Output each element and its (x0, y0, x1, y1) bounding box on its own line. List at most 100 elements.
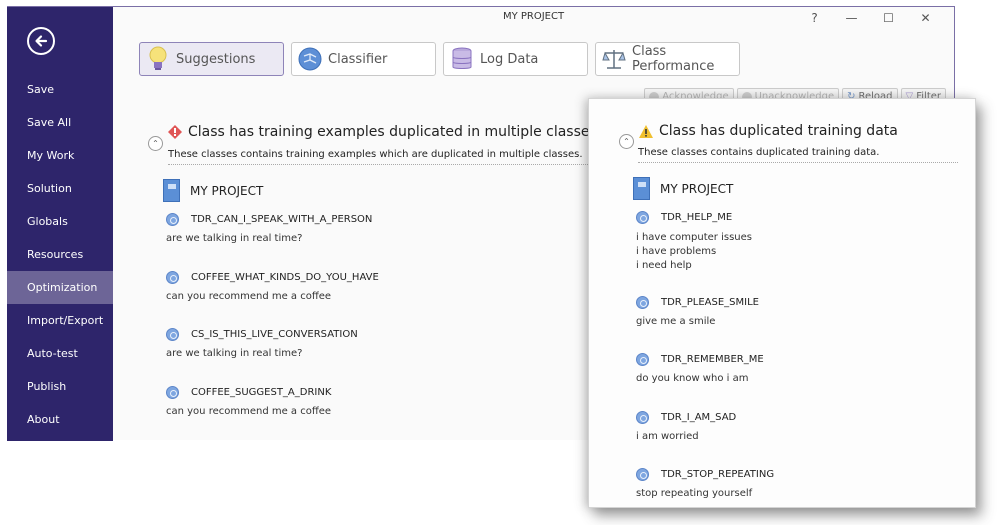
tab-bar: Suggestions Classifier Log Data Class Pe… (139, 42, 740, 76)
class-example: give me a smile (636, 316, 716, 327)
sidebar-item-optimization[interactable]: Optimization (7, 271, 113, 304)
minimize-button[interactable]: — (833, 9, 870, 27)
divider (638, 162, 958, 163)
class-icon (166, 386, 179, 399)
sidebar-item-publish[interactable]: Publish (7, 370, 113, 403)
sidebar-item-import-export[interactable]: Import/Export (7, 304, 113, 337)
sidebar-item-resources[interactable]: Resources (7, 238, 113, 271)
sidebar-item-auto-test[interactable]: Auto-test (7, 337, 113, 370)
section-description: These classes contains training examples… (168, 149, 583, 160)
help-button[interactable]: ? (796, 9, 833, 27)
tab-suggestions[interactable]: Suggestions (139, 42, 284, 76)
network-icon (298, 47, 322, 71)
class-icon (166, 271, 179, 284)
window-controls: ? — ☐ ✕ (796, 9, 944, 27)
section-title: Class has duplicated training data (639, 123, 898, 139)
duplicate-data-popup: ⌃ Class has duplicated training data The… (588, 98, 976, 508)
class-name: TDR_REMEMBER_ME (661, 354, 764, 365)
scales-icon (602, 47, 626, 71)
list-item[interactable]: TDR_STOP_REPEATING stop repeating yourse… (636, 468, 774, 501)
tab-label: Classifier (328, 51, 388, 67)
sidebar-item-save-all[interactable]: Save All (7, 106, 113, 139)
class-name: COFFEE_WHAT_KINDS_DO_YOU_HAVE (191, 272, 379, 283)
class-icon (166, 328, 179, 341)
tab-label: Class Performance (632, 44, 715, 74)
class-example: stop repeating yourself (636, 488, 753, 499)
sidebar-item-my-work[interactable]: My Work (7, 139, 113, 172)
list-item[interactable]: COFFEE_WHAT_KINDS_DO_YOU_HAVE can you re… (166, 271, 379, 304)
tab-label: Suggestions (176, 51, 256, 67)
close-button[interactable]: ✕ (907, 9, 944, 27)
section-title-text: Class has training examples duplicated i… (188, 124, 597, 140)
section-description: These classes contains duplicated traini… (638, 147, 880, 158)
class-name: CS_IS_THIS_LIVE_CONVERSATION (191, 329, 358, 340)
tab-classifier[interactable]: Classifier (291, 42, 436, 76)
divider (168, 164, 588, 165)
help-icon: ? (811, 11, 818, 25)
section-title-text: Class has duplicated training data (659, 123, 898, 139)
list-item[interactable]: TDR_I_AM_SAD i am worried (636, 411, 736, 444)
class-example: i have computer issues (636, 232, 752, 243)
back-arrow-icon (35, 35, 48, 47)
lightbulb-icon (146, 46, 170, 71)
list-item[interactable]: TDR_REMEMBER_ME do you know who i am (636, 353, 764, 386)
sidebar-item-label: My Work (27, 149, 75, 162)
sidebar-item-label: Save All (27, 116, 72, 129)
class-example: do you know who i am (636, 373, 749, 384)
class-icon (166, 213, 179, 226)
sidebar-item-label: Auto-test (27, 347, 78, 360)
collapse-button[interactable]: ⌃ (619, 134, 634, 149)
tab-class-performance[interactable]: Class Performance (595, 42, 740, 76)
list-item[interactable]: TDR_HELP_ME i have computer issues i hav… (636, 211, 752, 273)
class-example: i have problems (636, 246, 717, 257)
project-name: MY PROJECT (660, 181, 734, 196)
class-icon (636, 468, 649, 481)
sidebar-nav: Save Save All My Work Solution Globals R… (7, 73, 113, 436)
collapse-button[interactable]: ⌃ (148, 136, 163, 151)
sidebar-item-save[interactable]: Save (7, 73, 113, 106)
database-icon (450, 47, 474, 71)
class-example: are we talking in real time? (166, 348, 303, 359)
class-icon (636, 411, 649, 424)
sidebar-item-label: Publish (27, 380, 67, 393)
sidebar-item-label: Resources (27, 248, 84, 261)
list-item[interactable]: TDR_CAN_I_SPEAK_WITH_A_PERSON are we tal… (166, 213, 372, 246)
class-name: TDR_CAN_I_SPEAK_WITH_A_PERSON (191, 214, 373, 225)
sidebar-item-globals[interactable]: Globals (7, 205, 113, 238)
class-name: TDR_PLEASE_SMILE (661, 297, 759, 308)
error-diamond-icon (168, 125, 182, 139)
class-icon (636, 296, 649, 309)
class-icon (636, 353, 649, 366)
section-title: Class has training examples duplicated i… (168, 124, 597, 140)
class-name: TDR_STOP_REPEATING (661, 469, 775, 480)
class-example: can you recommend me a coffee (166, 406, 332, 417)
sidebar-item-about[interactable]: About (7, 403, 113, 436)
sidebar-item-solution[interactable]: Solution (7, 172, 113, 205)
class-name: COFFEE_SUGGEST_A_DRINK (191, 387, 332, 398)
maximize-icon: ☐ (883, 11, 894, 25)
project-name: MY PROJECT (190, 183, 264, 198)
project-header: MY PROJECT (163, 179, 263, 202)
maximize-button[interactable]: ☐ (870, 9, 907, 27)
class-example: are we talking in real time? (166, 233, 303, 244)
class-example: can you recommend me a coffee (166, 291, 332, 302)
sidebar-item-label: Save (27, 83, 55, 96)
list-item[interactable]: TDR_PLEASE_SMILE give me a smile (636, 296, 759, 329)
tab-log-data[interactable]: Log Data (443, 42, 588, 76)
back-button[interactable] (27, 27, 55, 55)
list-item[interactable]: COFFEE_SUGGEST_A_DRINK can you recommend… (166, 386, 331, 419)
project-book-icon (633, 177, 650, 200)
sidebar-item-label: Solution (27, 182, 72, 195)
sidebar-item-label: About (27, 413, 60, 426)
close-icon: ✕ (920, 11, 931, 25)
class-name: TDR_HELP_ME (661, 212, 733, 223)
chevron-up-icon: ⌃ (152, 139, 159, 148)
warning-triangle-icon (639, 124, 653, 138)
sidebar-item-label: Optimization (27, 281, 98, 294)
project-book-icon (163, 179, 180, 202)
class-example: i need help (636, 260, 692, 271)
list-item[interactable]: CS_IS_THIS_LIVE_CONVERSATION are we talk… (166, 328, 358, 361)
minimize-icon: — (845, 11, 858, 25)
class-example: i am worried (636, 431, 699, 442)
class-icon (636, 211, 649, 224)
